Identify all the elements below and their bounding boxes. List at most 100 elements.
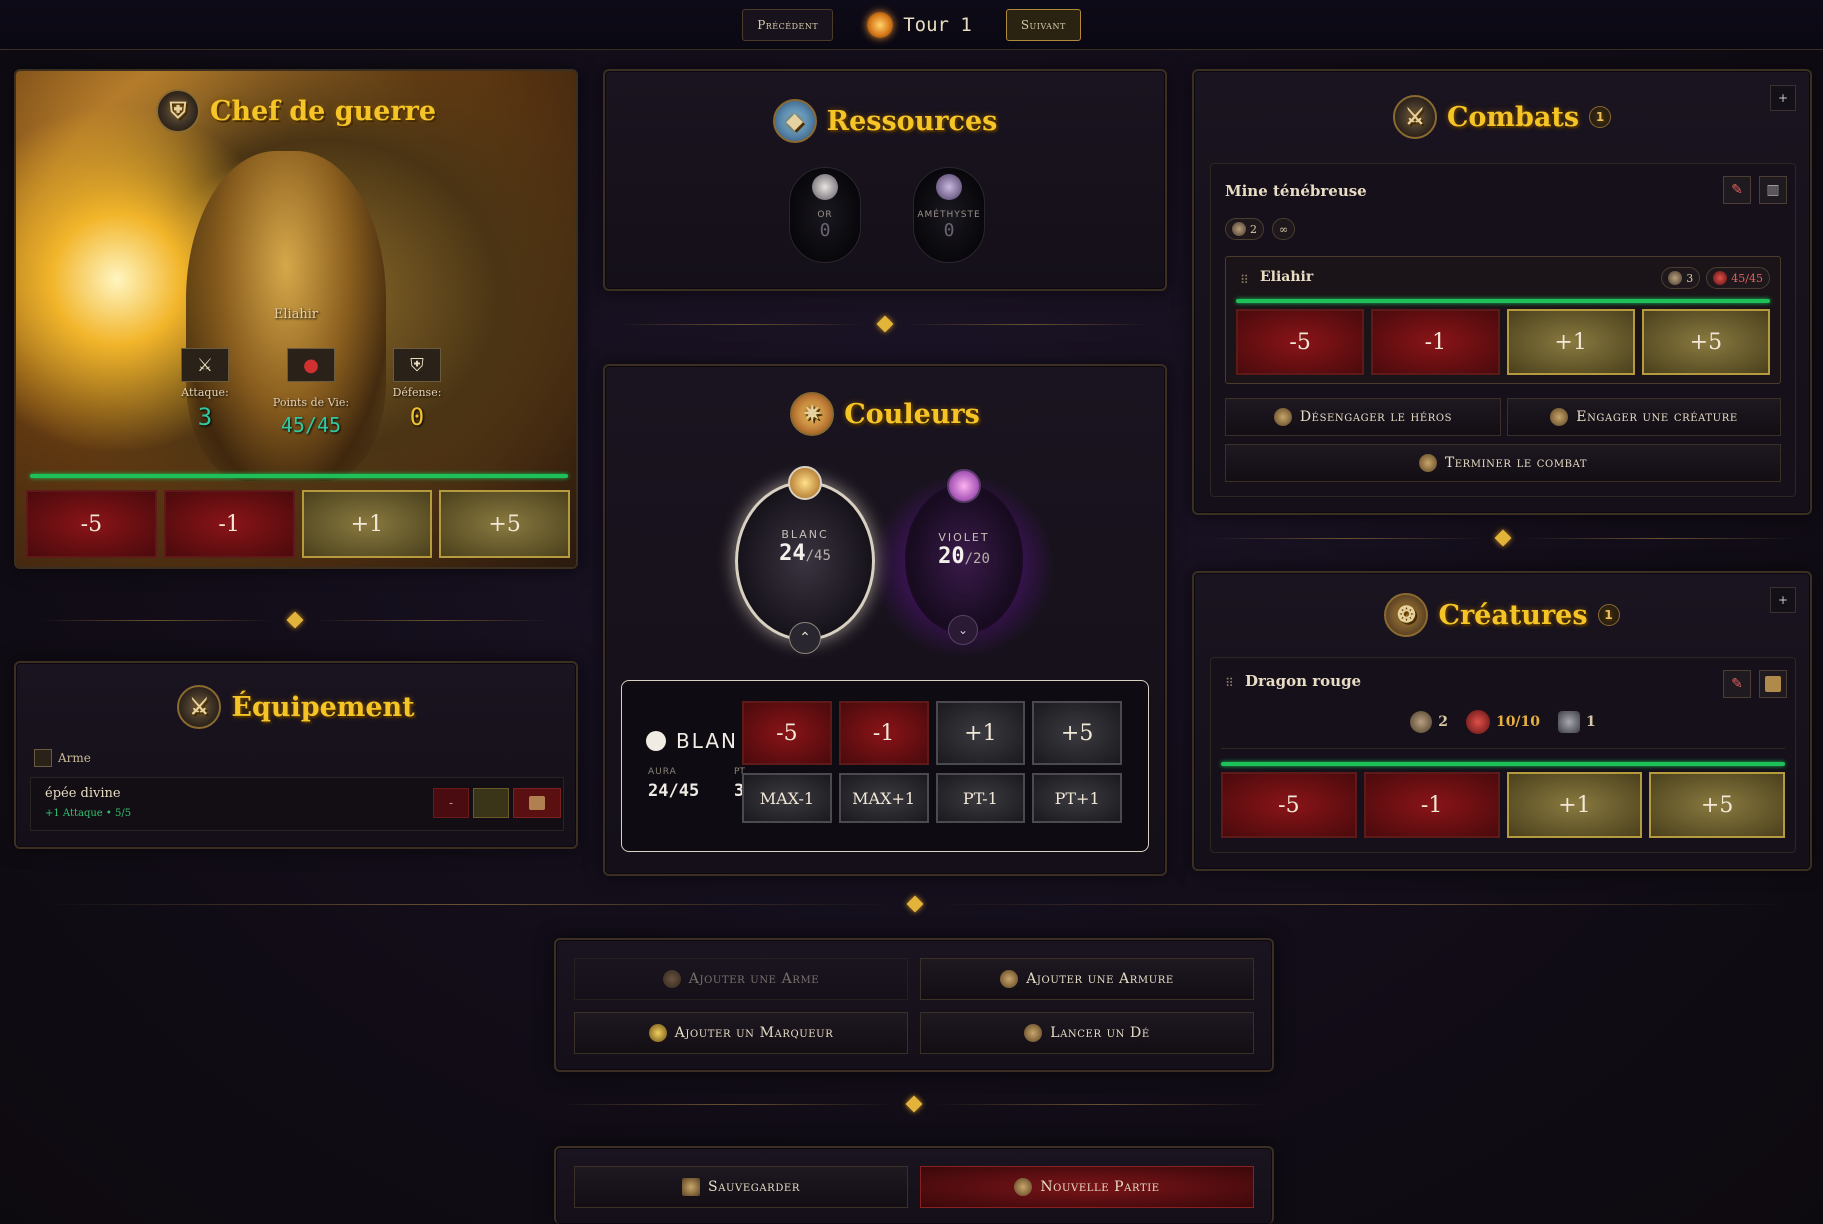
edit-combat-button[interactable]: ✎ bbox=[1723, 176, 1751, 204]
creature-separator bbox=[1221, 748, 1785, 749]
hero-plus-5-button[interactable]: +5 bbox=[439, 490, 570, 558]
gem-icon: ◆ bbox=[772, 99, 817, 143]
disengage-label: Désengager le héros bbox=[1299, 409, 1453, 425]
add-weapon-icon bbox=[662, 970, 681, 988]
defense-value: 0 bbox=[409, 403, 425, 431]
color-detail-name-row: BLAN bbox=[646, 729, 738, 753]
save-scroll-icon bbox=[682, 1178, 701, 1196]
max-plus-1-button[interactable]: MAX+1 bbox=[838, 773, 929, 823]
gold-resource[interactable]: OR 0 bbox=[789, 167, 861, 263]
fighter-hp-buttons: -5 -1 +1 +5 bbox=[1236, 309, 1770, 375]
white-orb-value: 24/45 bbox=[738, 541, 872, 566]
gold-label: OR bbox=[817, 210, 833, 220]
actions-panel: Ajouter une Arme Ajouter une Armure Ajou… bbox=[554, 938, 1274, 1072]
engage-creature-button[interactable]: Engager une créature bbox=[1507, 398, 1781, 436]
drag-handle-icon[interactable]: ⠿ bbox=[1240, 273, 1249, 287]
creature-minus-5-button[interactable]: -5 bbox=[1221, 772, 1357, 838]
equipment-remove-button[interactable] bbox=[513, 788, 561, 818]
fighter-attack-chip: 3 bbox=[1661, 267, 1701, 289]
hero-name: Eliahir bbox=[273, 307, 319, 322]
equipment-minus-button[interactable]: - bbox=[433, 788, 469, 818]
add-creature-button[interactable]: + bbox=[1770, 587, 1796, 613]
white-color-orb[interactable]: BLANC 24/45 ⌃ bbox=[735, 466, 875, 654]
amethyst-value: 0 bbox=[943, 220, 955, 241]
add-weapon-button[interactable]: Ajouter une Arme bbox=[574, 958, 908, 1000]
add-armor-label: Ajouter une Armure bbox=[1026, 971, 1174, 987]
violet-color-orb[interactable]: VIOLET 20/20 ⌄ bbox=[905, 469, 1023, 645]
save-button[interactable]: Sauvegarder bbox=[574, 1166, 908, 1208]
creature-defense-value: 1 bbox=[1586, 714, 1596, 730]
fighter-minus-1-button[interactable]: -1 bbox=[1371, 309, 1500, 375]
roll-die-button[interactable]: Lancer un Dé bbox=[920, 1012, 1254, 1054]
hero-minus-5-button[interactable]: -5 bbox=[26, 490, 157, 558]
hero-hp-bar bbox=[30, 474, 568, 478]
white-dot-icon bbox=[646, 731, 666, 751]
equipment-plus-button[interactable] bbox=[473, 788, 509, 818]
weapon-category-label: Arme bbox=[58, 751, 91, 765]
turn-label: Tour 1 bbox=[903, 13, 972, 36]
fighter-plus-5-button[interactable]: +5 bbox=[1641, 309, 1770, 375]
hero-plus-1-button[interactable]: +1 bbox=[301, 490, 433, 558]
gold-value: 0 bbox=[819, 220, 831, 241]
fighter-hp-bar bbox=[1236, 299, 1770, 303]
creatures-title-row: ❂ Créatures 1 bbox=[1194, 593, 1810, 637]
defense-shield-icon: ⛨ bbox=[393, 348, 441, 382]
fighter-hp-value: 45/45 bbox=[1731, 271, 1763, 285]
footer-panel: Sauvegarder Nouvelle Partie bbox=[554, 1146, 1274, 1224]
creature-card: ⠿ Dragon rouge ✎ 2 10/10 1 -5 -1 +1 +5 bbox=[1210, 657, 1796, 853]
white-sun-icon bbox=[788, 466, 822, 500]
attack-label: Attaque: bbox=[181, 386, 229, 399]
creature-minus-1-button[interactable]: -1 bbox=[1363, 772, 1500, 838]
shield-icon: ⛨ bbox=[155, 89, 200, 133]
resources-panel: ◆ Ressources OR 0 AMÉTHYSTE 0 bbox=[603, 69, 1167, 291]
pt-minus-1-button[interactable]: PT-1 bbox=[935, 773, 1026, 823]
edit-creature-button[interactable]: ✎ bbox=[1723, 670, 1751, 698]
previous-turn-button[interactable]: Précédent bbox=[742, 8, 834, 41]
color-plus-5-button[interactable]: +5 bbox=[1032, 701, 1122, 765]
color-plus-1-button[interactable]: +1 bbox=[935, 701, 1026, 765]
creature-portrait-button[interactable] bbox=[1759, 670, 1787, 698]
combat-swords-icon: ⚔ bbox=[1392, 95, 1437, 139]
color-minus-1-button[interactable]: -1 bbox=[838, 701, 929, 765]
add-combat-button[interactable]: + bbox=[1770, 85, 1796, 111]
engage-label: Engager une créature bbox=[1576, 409, 1738, 425]
creature-hp-value: 10/10 bbox=[1495, 714, 1541, 730]
fighter-plus-1-button[interactable]: +1 bbox=[1506, 309, 1635, 375]
end-combat-label: Terminer le combat bbox=[1444, 455, 1588, 471]
attack-chip-icon bbox=[1232, 222, 1246, 236]
delete-combat-button[interactable]: ▥ bbox=[1759, 176, 1787, 204]
fighter-minus-5-button[interactable]: -5 bbox=[1236, 309, 1365, 375]
amethyst-resource[interactable]: AMÉTHYSTE 0 bbox=[913, 167, 985, 263]
divider-center-3 bbox=[560, 1094, 1268, 1114]
chevron-down-icon[interactable]: ⌄ bbox=[948, 615, 978, 645]
color-minus-5-button[interactable]: -5 bbox=[742, 701, 832, 765]
pt-plus-1-button[interactable]: PT+1 bbox=[1032, 773, 1122, 823]
attack-stat: ⚔ Attaque: 3 bbox=[160, 348, 250, 431]
add-marker-label: Ajouter un Marqueur bbox=[674, 1025, 834, 1041]
creature-shield-icon bbox=[1558, 711, 1581, 733]
disengage-icon bbox=[1273, 408, 1292, 426]
new-game-button[interactable]: Nouvelle Partie bbox=[920, 1166, 1254, 1208]
equipment-item-row: épée divine +1 Attaque • 5/5 - bbox=[30, 777, 564, 831]
weapon-icon bbox=[34, 749, 52, 767]
creature-defense-stat: 1 bbox=[1558, 711, 1596, 733]
creatures-title: Créatures bbox=[1438, 599, 1588, 631]
equipment-title-row: ⚔ Équipement bbox=[16, 685, 576, 729]
defense-stat: ⛨ Défense: 0 bbox=[372, 348, 462, 431]
equipment-item-name: épée divine bbox=[45, 786, 121, 801]
fighter-chips: 3 45/45 bbox=[1661, 267, 1770, 289]
add-marker-button[interactable]: Ajouter un Marqueur bbox=[574, 1012, 908, 1054]
swords-icon: ⚔ bbox=[181, 348, 229, 382]
next-turn-button[interactable]: Suivant bbox=[1005, 8, 1081, 41]
creature-plus-1-button[interactable]: +1 bbox=[1506, 772, 1643, 838]
chevron-up-icon[interactable]: ⌃ bbox=[789, 622, 821, 654]
max-minus-1-button[interactable]: MAX-1 bbox=[742, 773, 832, 823]
combat-chips: 2 ∞ bbox=[1225, 218, 1296, 240]
end-combat-button[interactable]: Terminer le combat bbox=[1225, 444, 1781, 482]
creature-plus-5-button[interactable]: +5 bbox=[1649, 772, 1785, 838]
creature-drag-handle-icon[interactable]: ⠿ bbox=[1225, 676, 1234, 690]
hero-minus-1-button[interactable]: -1 bbox=[163, 490, 295, 558]
disengage-hero-button[interactable]: Désengager le héros bbox=[1225, 398, 1501, 436]
add-armor-button[interactable]: Ajouter une Armure bbox=[920, 958, 1254, 1000]
color-buttons-row-2: MAX-1 MAX+1 PT-1 PT+1 bbox=[742, 773, 1122, 823]
